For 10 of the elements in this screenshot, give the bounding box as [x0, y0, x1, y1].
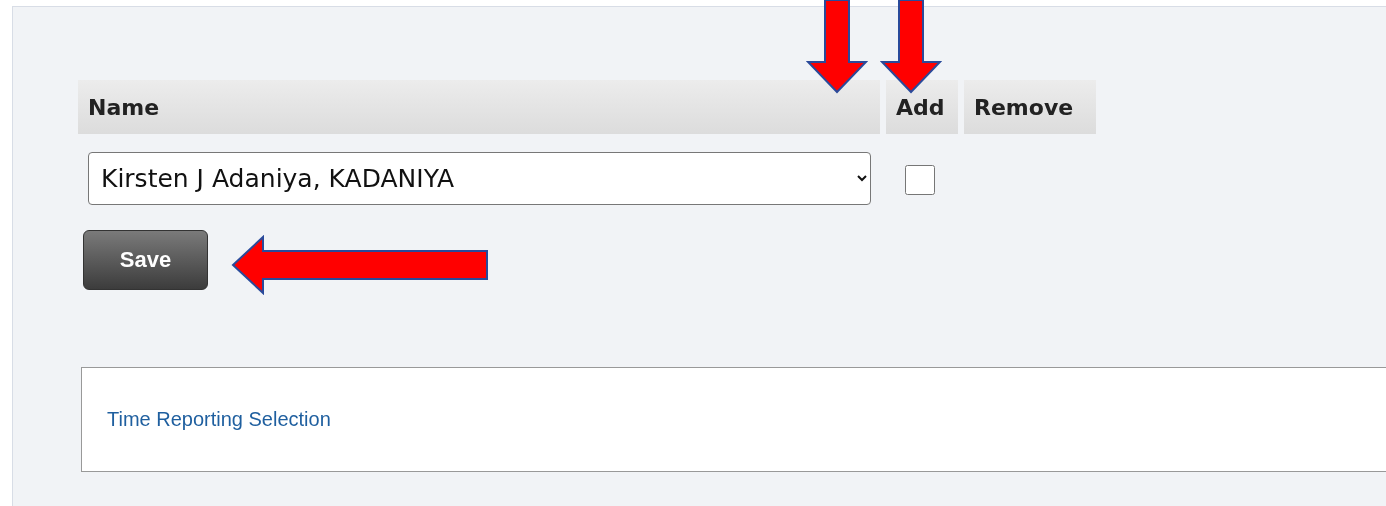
name-select[interactable]: Kirsten J Adaniya, KADANIYA [88, 152, 871, 205]
column-header: Remove [964, 80, 1096, 134]
arrow-left-icon [231, 235, 489, 295]
time-reporting-link[interactable]: Time Reporting Selection [107, 408, 331, 431]
arrow-down-icon [880, 0, 942, 94]
column-header: Name [78, 80, 880, 134]
save-button[interactable]: Save [83, 230, 208, 290]
column-header: Add [886, 80, 958, 134]
arrow-down-icon [806, 0, 868, 94]
add-checkbox[interactable] [905, 165, 935, 195]
